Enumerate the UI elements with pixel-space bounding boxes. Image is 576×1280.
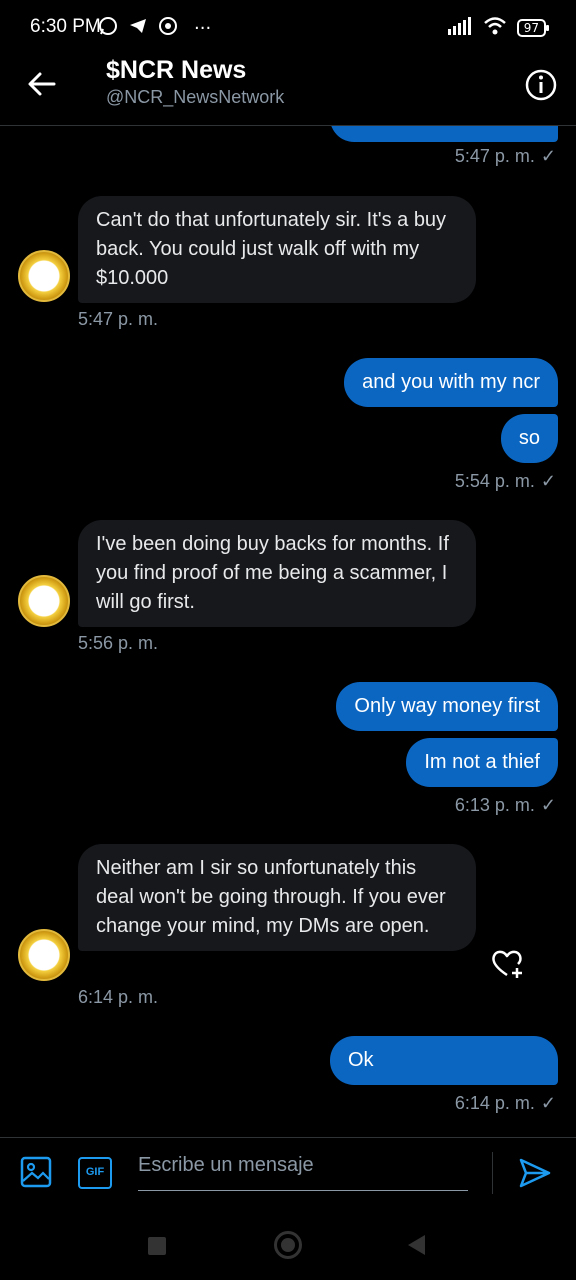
- message-timestamp: 5:47 p. m.: [78, 309, 159, 329]
- battery-icon: 97: [516, 19, 550, 37]
- message-timestamp: 5:47 p. m. ✓: [454, 146, 556, 166]
- composer-divider: [492, 1152, 493, 1194]
- home-icon[interactable]: [274, 1231, 302, 1259]
- back-arrow-icon[interactable]: [26, 68, 58, 100]
- avatar[interactable]: [18, 250, 70, 302]
- conversation-handle: @NCR_NewsNetwork: [106, 87, 285, 107]
- message-timestamp: 6:13 p. m. ✓: [454, 795, 556, 815]
- message-timestamp: 6:14 p. m. ✓: [454, 1093, 556, 1113]
- more-notifications-icon: ···: [194, 17, 212, 39]
- message-timestamp: 5:56 p. m.: [78, 633, 159, 653]
- sent-check-icon: ✓: [540, 471, 556, 491]
- conversation-title: $NCR News: [106, 56, 247, 84]
- avatar[interactable]: [18, 575, 70, 627]
- telegram-icon: [128, 16, 148, 40]
- conversation-title-block[interactable]: $NCR News @NCR_NewsNetwork: [106, 56, 284, 108]
- info-icon[interactable]: [524, 68, 558, 102]
- wifi-icon: [483, 16, 507, 40]
- system-back-icon[interactable]: [408, 1235, 425, 1255]
- message-bubble-incoming[interactable]: I've been doing buy backs for months. If…: [78, 520, 476, 627]
- message-composer: GIF Escribe un mensaje: [0, 1137, 576, 1207]
- image-icon[interactable]: [20, 1156, 52, 1192]
- message-input[interactable]: Escribe un mensaje: [138, 1154, 468, 1186]
- message-bubble-partial[interactable]: [330, 126, 558, 142]
- message-bubble-outgoing[interactable]: Im not a thief: [406, 738, 558, 787]
- gif-icon[interactable]: GIF: [78, 1157, 112, 1189]
- message-list[interactable]: 5:47 p. m. ✓ Can't do that unfortunately …: [0, 126, 576, 1136]
- status-bar: 6:30 PM ··· 97: [0, 0, 576, 56]
- message-bubble-incoming[interactable]: Neither am I sir so unfortunately this d…: [78, 844, 476, 951]
- message-bubble-outgoing[interactable]: Ok: [330, 1036, 558, 1085]
- message-bubble-incoming[interactable]: Can't do that unfortunately sir. It's a …: [78, 196, 476, 303]
- add-reaction-heart-icon[interactable]: [490, 946, 526, 982]
- message-bubble-outgoing[interactable]: so: [500, 414, 558, 463]
- message-timestamp: 5:54 p. m. ✓: [454, 471, 556, 491]
- sent-check-icon: ✓: [540, 795, 556, 815]
- message-bubble-outgoing[interactable]: Only way money first: [336, 682, 558, 731]
- chrome-icon: [158, 16, 178, 40]
- message-bubble-outgoing[interactable]: and you with my ncr: [344, 358, 558, 407]
- notification-icons: ···: [98, 16, 211, 40]
- send-icon[interactable]: [518, 1156, 552, 1194]
- recent-apps-icon[interactable]: [148, 1237, 166, 1255]
- status-time: 6:30 PM: [30, 16, 101, 37]
- sent-check-icon: ✓: [540, 1093, 556, 1113]
- sent-check-icon: ✓: [540, 146, 556, 166]
- message-timestamp: 6:14 p. m.: [78, 987, 159, 1007]
- input-underline: [138, 1190, 468, 1191]
- avatar[interactable]: [18, 929, 70, 981]
- whatsapp-icon: [98, 16, 118, 40]
- conversation-header: $NCR News @NCR_NewsNetwork: [0, 56, 576, 126]
- system-navigation-bar: [0, 1207, 576, 1280]
- signal-icon: [447, 17, 473, 39]
